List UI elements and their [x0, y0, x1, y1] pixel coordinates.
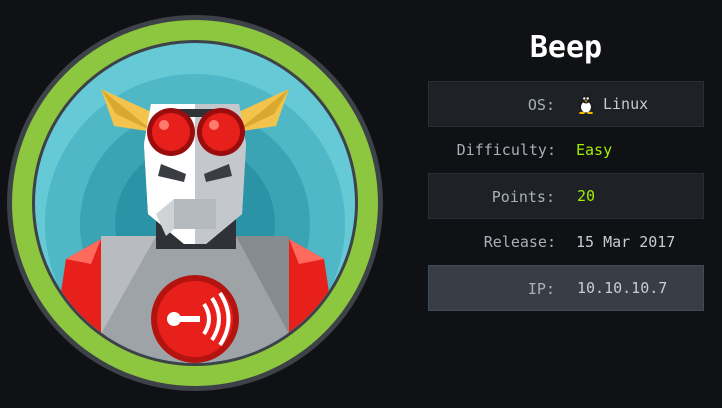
difficulty-value: Easy — [576, 141, 613, 159]
release-value: 15 Mar 2017 — [576, 233, 676, 251]
difficulty-row: Difficulty: Easy — [428, 127, 704, 173]
machine-card: Beep OS: Linux Difficulty: Easy Points: … — [0, 0, 722, 408]
points-value: 20 — [577, 187, 596, 205]
ip-label: IP: — [527, 280, 555, 298]
machine-name: Beep — [529, 30, 603, 65]
ip-value[interactable]: 10.10.10.7 — [577, 266, 667, 310]
tux-icon — [579, 94, 593, 114]
os-row: OS: Linux — [428, 81, 704, 127]
points-row: Points: 20 — [428, 173, 704, 219]
difficulty-label: Difficulty: — [456, 141, 556, 159]
release-label: Release: — [483, 233, 556, 251]
os-label: OS: — [527, 96, 555, 114]
machine-info-table: OS: Linux Difficulty: Easy Points: 20 Re… — [428, 81, 704, 311]
release-row: Release: 15 Mar 2017 — [428, 219, 704, 265]
points-label: Points: — [491, 188, 555, 206]
ip-row: IP: 10.10.10.7 — [428, 265, 704, 311]
os-value: Linux — [603, 95, 649, 113]
machine-avatar — [7, 15, 383, 391]
os-value-wrap: Linux — [577, 82, 648, 126]
